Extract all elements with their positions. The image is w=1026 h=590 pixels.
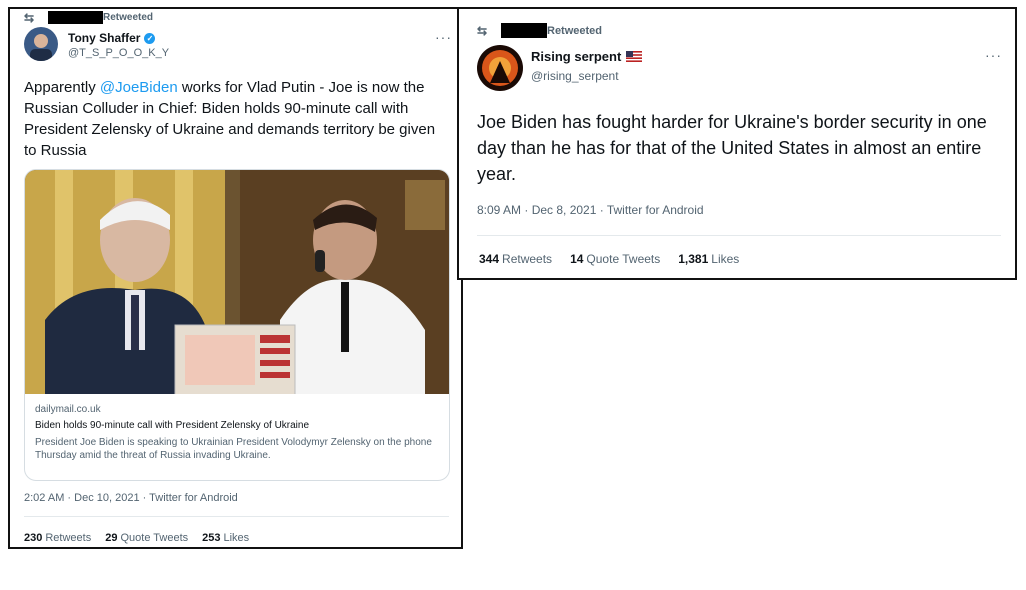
avatar-image xyxy=(477,45,523,91)
link-preview-card[interactable]: dailymail.co.uk Biden holds 90-minute ca… xyxy=(24,169,450,481)
author-name[interactable]: Rising serpent xyxy=(531,49,643,64)
quote-tweets-stat[interactable]: 14 Quote Tweets xyxy=(570,252,660,266)
retweet-icon: ⇆ xyxy=(477,23,488,38)
avatar[interactable] xyxy=(477,45,523,91)
tweet-timestamp[interactable]: 2:02 AM · Dec 10, 2021 · Twitter for And… xyxy=(24,492,238,504)
verified-badge-icon: ✓ xyxy=(144,32,156,44)
redacted-username xyxy=(501,23,547,38)
author-handle[interactable]: @rising_serpent xyxy=(531,69,619,83)
link-description: President Joe Biden is speaking to Ukrai… xyxy=(35,437,432,461)
likes-stat[interactable]: 253 Likes xyxy=(202,532,249,544)
mention-link[interactable]: @JoeBiden xyxy=(100,79,178,96)
link-preview-image xyxy=(25,170,449,394)
retweet-header: ⇆ Retweeted xyxy=(477,23,602,38)
right-tweet-card[interactable]: ⇆ Retweeted Rising serpent @rising_serpe… xyxy=(457,7,1017,280)
left-tweet-card[interactable]: ⇆ Retweeted Tony Shaffer ✓ @T_S_P_O_O_K_… xyxy=(8,7,463,549)
retweets-stat[interactable]: 230 Retweets xyxy=(24,532,91,544)
likes-stat[interactable]: 1,381 Likes xyxy=(678,252,739,266)
retweet-header: ⇆ Retweeted xyxy=(24,11,153,24)
tweet-stats: 344 Retweets 14 Quote Tweets 1,381 Likes xyxy=(479,252,739,266)
retweet-icon: ⇆ xyxy=(24,10,35,25)
redacted-username xyxy=(48,11,103,24)
divider xyxy=(24,516,449,517)
us-flag-icon xyxy=(626,51,643,62)
author-name[interactable]: Tony Shaffer ✓ xyxy=(68,31,156,45)
tweet-timestamp[interactable]: 8:09 AM · Dec 8, 2021 · Twitter for Andr… xyxy=(477,203,704,217)
tweet-stats: 230 Retweets 29 Quote Tweets 253 Likes xyxy=(24,532,249,544)
retweeted-label: Retweeted xyxy=(103,12,154,23)
retweeted-label: Retweeted xyxy=(547,24,603,37)
quote-tweets-stat[interactable]: 29 Quote Tweets xyxy=(105,532,188,544)
retweets-stat[interactable]: 344 Retweets xyxy=(479,252,552,266)
link-domain: dailymail.co.uk xyxy=(35,404,101,415)
tweet-text: Joe Biden has fought harder for Ukraine'… xyxy=(477,112,987,184)
divider xyxy=(477,235,1001,236)
avatar-image xyxy=(24,27,58,61)
tweet-text: Apparently @JoeBiden works for Vlad Puti… xyxy=(24,79,436,159)
more-options-icon[interactable]: ··· xyxy=(435,29,452,45)
more-options-icon[interactable]: ··· xyxy=(985,47,1002,63)
link-title: Biden holds 90-minute call with Presiden… xyxy=(35,420,310,431)
author-handle[interactable]: @T_S_P_O_O_K_Y xyxy=(68,47,169,59)
avatar[interactable] xyxy=(24,27,58,61)
